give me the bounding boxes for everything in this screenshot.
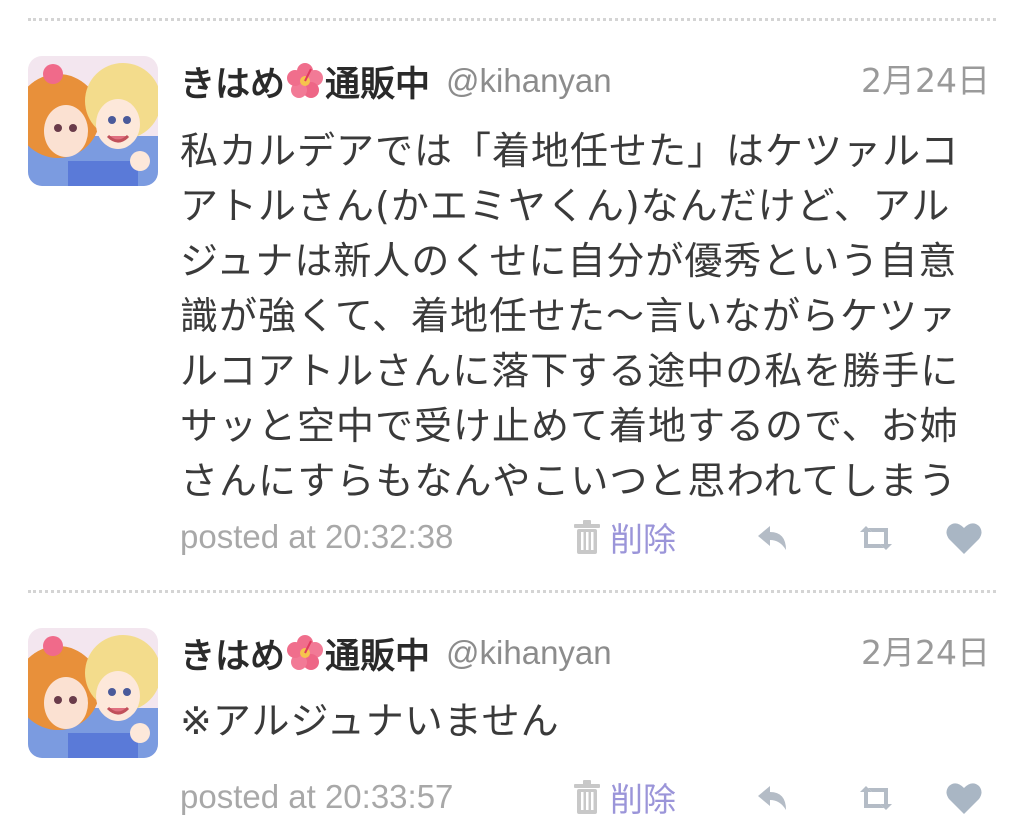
user-handle[interactable]: @kihanyan (446, 62, 612, 100)
divider-middle (28, 590, 996, 593)
trash-icon (572, 520, 602, 554)
retweet-icon[interactable] (856, 518, 896, 558)
tweet-text-line: アトルさん(かエミヤくん)なんだけど、アル (180, 184, 951, 228)
delete-label: 削除 (610, 780, 676, 819)
tweet-item: きはめ 通販中 @kihanyan 2月24日 ※アルジュナいません poste… (0, 628, 1024, 828)
tweet-item: きはめ 通販中 @kihanyan 2月24日 私カルデアでは「着地任せた」はケ… (0, 56, 1024, 576)
tweet-body: ※アルジュナいません (180, 694, 995, 749)
display-name-part[interactable]: 通販中 (325, 628, 430, 679)
tweet-date[interactable]: 2月24日 (861, 628, 990, 678)
tweet-body: 私カルデアでは「着地任せた」はケツァルコ アトルさん(かエミヤくん)なんだけど、… (180, 124, 995, 509)
divider-top (28, 18, 996, 21)
tweet-text-line: サッと空中で受け止めて着地するので、お姉 (180, 404, 959, 448)
avatar[interactable] (28, 56, 158, 186)
tweet-text-line: さんにすらもなんやこいつと思われてしまう (180, 459, 958, 503)
display-name-part[interactable]: きはめ (180, 56, 285, 107)
delete-label: 削除 (610, 520, 676, 559)
display-name-part[interactable]: 通販中 (325, 56, 430, 107)
tweet-footer: posted at 20:32:38 削除 (180, 512, 1000, 562)
favorite-icon[interactable] (944, 518, 984, 558)
delete-button[interactable]: 削除 (572, 773, 676, 821)
avatar[interactable] (28, 628, 158, 758)
posted-timestamp: posted at 20:32:38 (180, 518, 454, 555)
tweet-footer: posted at 20:33:57 削除 (180, 772, 1000, 822)
retweet-icon[interactable] (856, 778, 896, 818)
delete-button[interactable]: 削除 (572, 513, 676, 561)
hibiscus-icon (287, 63, 323, 99)
tweet-date[interactable]: 2月24日 (861, 56, 990, 106)
favorite-icon[interactable] (944, 778, 984, 818)
hibiscus-icon (287, 635, 323, 671)
tweet-text-line: ルコアトルさんに落下する途中の私を勝手に (180, 349, 960, 393)
reply-icon[interactable] (752, 778, 792, 818)
author-row: きはめ 通販中 @kihanyan (180, 628, 612, 678)
tweet-text-line: ※アルジュナいません (180, 699, 560, 743)
tweet-text-line: 識が強くて、着地任せた〜言いながらケツァ (180, 294, 957, 338)
reply-icon[interactable] (752, 518, 792, 558)
posted-timestamp: posted at 20:33:57 (180, 778, 454, 815)
user-handle[interactable]: @kihanyan (446, 634, 612, 672)
display-name-part[interactable]: きはめ (180, 628, 285, 679)
trash-icon (572, 780, 602, 814)
tweet-text-line: ジュナは新人のくせに自分が優秀という自意 (180, 239, 958, 283)
author-row: きはめ 通販中 @kihanyan (180, 56, 612, 106)
tweet-text-line: 私カルデアでは「着地任せた」はケツァルコ (180, 129, 960, 173)
